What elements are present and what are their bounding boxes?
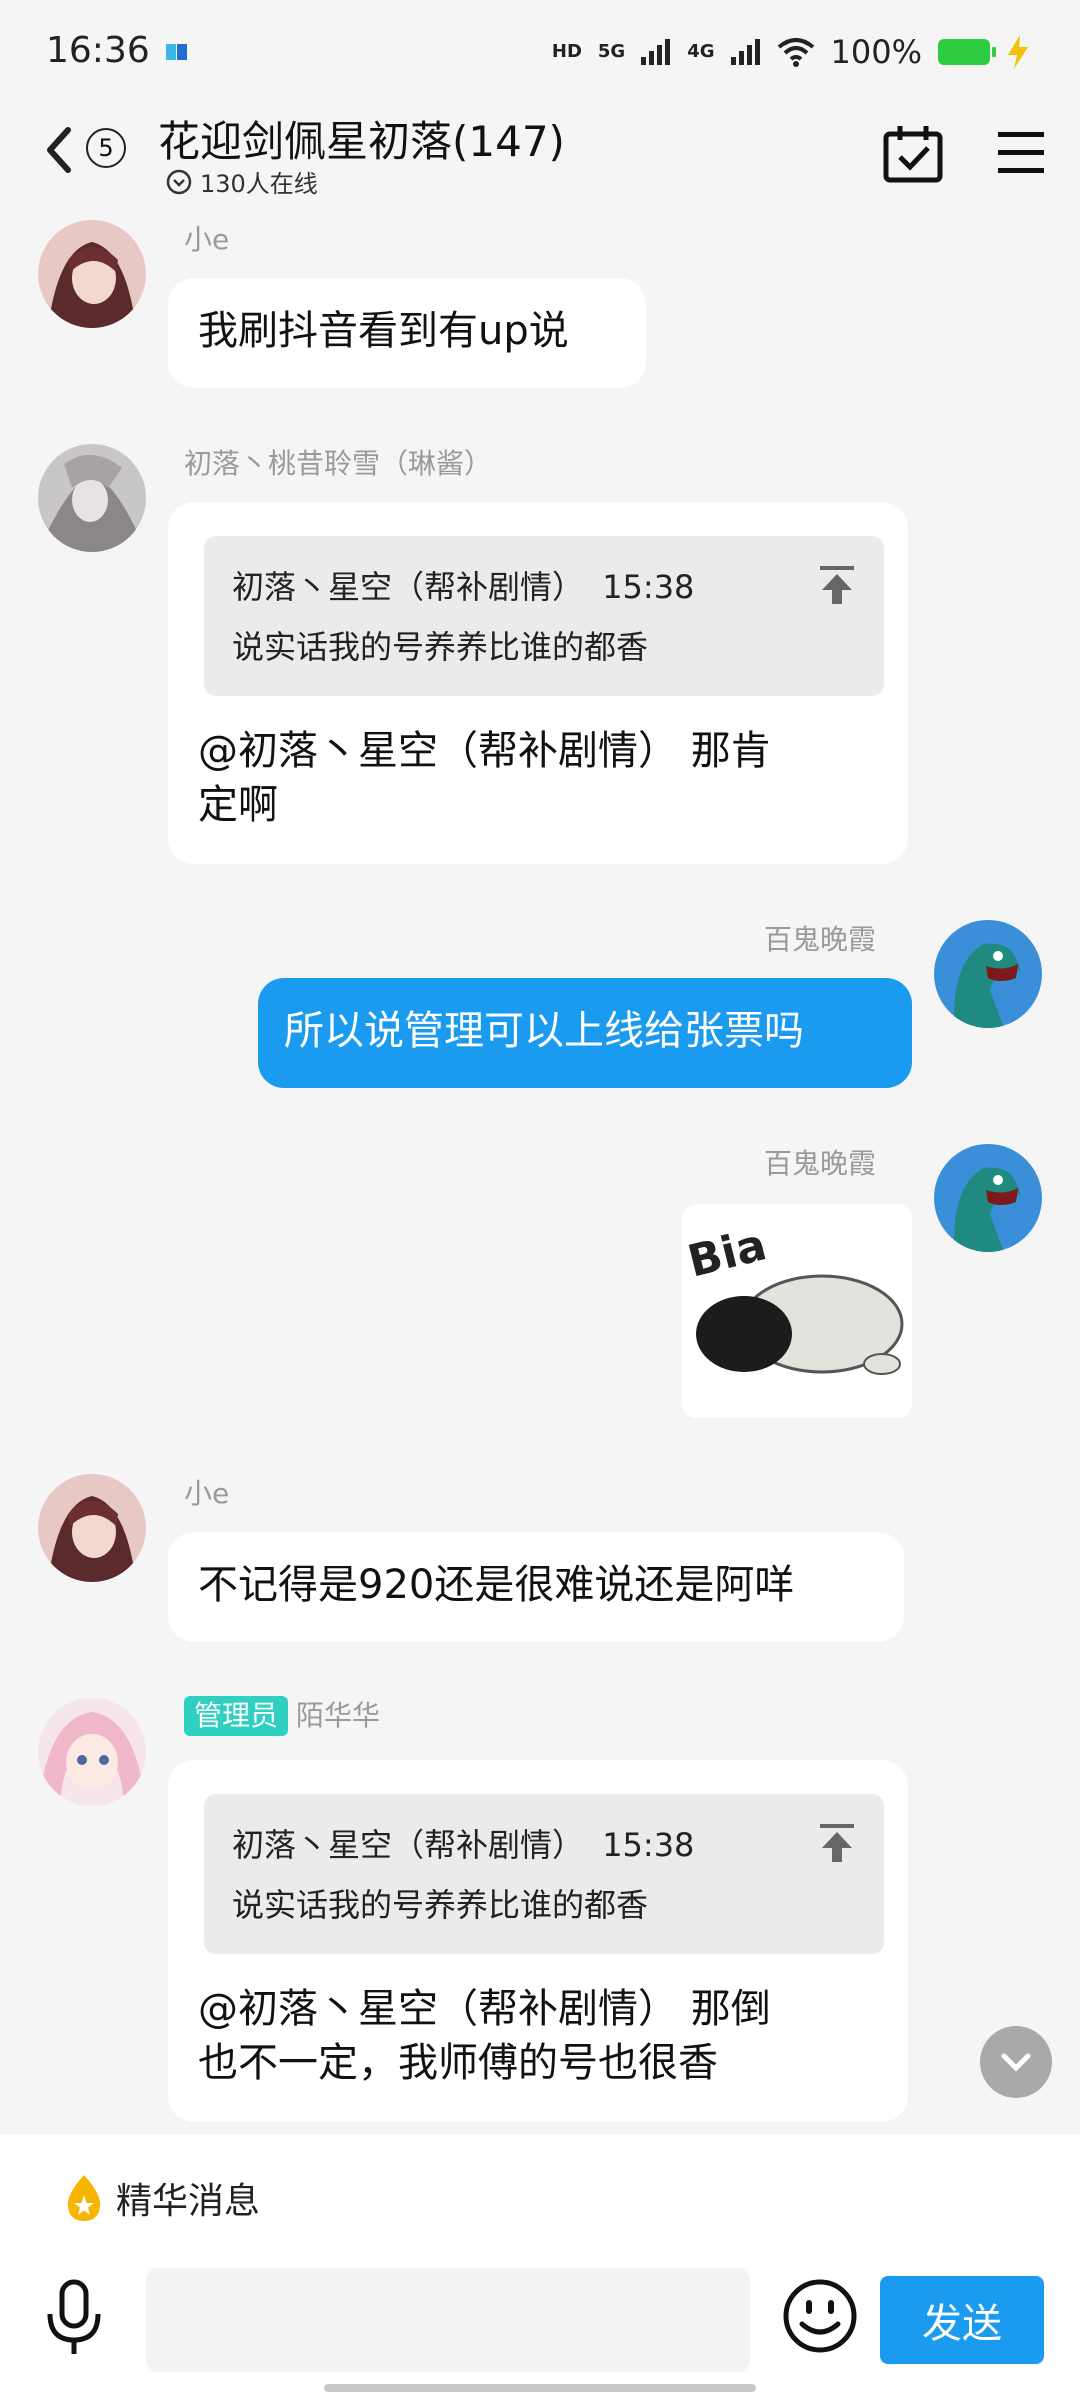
wifi-icon — [777, 38, 814, 67]
online-status[interactable]: 130人在线 — [166, 164, 318, 199]
avatar[interactable] — [934, 920, 1042, 1028]
quoted-message[interactable]: 初落丶星空（帮补剧情） 15:38 说实话我的号养养比谁的都香 — [204, 536, 884, 696]
quote-header: 初落丶星空（帮补剧情） 15:38 — [232, 1820, 694, 1866]
avatar[interactable] — [38, 444, 146, 552]
avatar-image — [38, 220, 146, 328]
unread-count-badge[interactable]: 5 — [86, 128, 126, 168]
bottom-bar: 精华消息 发送 — [0, 2134, 1080, 2400]
microphone-icon[interactable] — [44, 2278, 104, 2358]
scroll-to-bottom-button[interactable] — [980, 2026, 1052, 2098]
message-text-line: @初落丶星空（帮补剧情） 那倒 — [198, 1986, 771, 2032]
avatar-image — [934, 920, 1042, 1028]
sender-line: 管理员 陌华华 — [184, 1694, 380, 1736]
avatar-image — [38, 1474, 146, 1582]
net-4g-label: 4G — [687, 41, 715, 62]
avatar-image — [934, 1144, 1042, 1252]
admin-role-badge: 管理员 — [184, 1696, 289, 1736]
quote-time: 15:38 — [602, 568, 695, 606]
avatar[interactable] — [38, 1698, 146, 1806]
quote-text: 说实话我的号养养比谁的都香 — [232, 1886, 649, 1924]
quote-time: 15:38 — [602, 1826, 695, 1864]
avatar-image — [38, 444, 146, 552]
message-bubble[interactable]: 初落丶星空（帮补剧情） 15:38 说实话我的号养养比谁的都香 @初落丶星空（帮… — [168, 1760, 908, 2122]
sender-name: 小e — [184, 223, 230, 256]
send-button[interactable]: 发送 — [880, 2276, 1044, 2364]
sender-name: 百鬼晚霞 — [764, 1147, 877, 1180]
chevron-down-icon — [1001, 2053, 1031, 2072]
message-bubble[interactable]: 不记得是920还是很难说还是阿咩 — [168, 1532, 904, 1642]
charging-icon — [1008, 35, 1028, 69]
avatar[interactable] — [38, 220, 146, 328]
menu-icon[interactable] — [996, 130, 1046, 176]
jump-to-top-icon[interactable] — [818, 564, 856, 606]
group-title[interactable]: 花迎剑佩星初落(147) — [158, 108, 565, 169]
quote-text: 说实话我的号养养比谁的都香 — [232, 628, 649, 666]
message-bubble[interactable]: 我刷抖音看到有up说 — [168, 278, 646, 388]
battery-percent: 100% — [830, 33, 922, 71]
quote-header: 初落丶星空（帮补剧情） 15:38 — [232, 562, 694, 608]
digest-label: 精华消息 — [116, 2181, 261, 2222]
hd-label: HD — [551, 41, 582, 62]
message-bubble[interactable]: 初落丶星空（帮补剧情） 15:38 说实话我的号养养比谁的都香 @初落丶星空（帮… — [168, 502, 908, 864]
message-text: 所以说管理可以上线给张票吗 — [284, 1008, 804, 1054]
status-bar: 16:36 HD 5G 4G 100% — [0, 0, 1080, 100]
sticker-image — [696, 1274, 904, 1375]
sender-name: 初落丶桃昔聆雪（琳酱） — [184, 447, 493, 480]
message-bubble[interactable]: 所以说管理可以上线给张票吗 — [258, 978, 912, 1088]
message-text: 不记得是920还是很难说还是阿咩 — [198, 1562, 795, 1608]
avatar-image — [38, 1698, 146, 1806]
battery-icon — [938, 39, 996, 65]
app-notification-icon — [166, 44, 187, 60]
jump-to-top-icon[interactable] — [818, 1822, 856, 1864]
message-text: 我刷抖音看到有up说 — [198, 308, 569, 354]
quoted-message[interactable]: 初落丶星空（帮补剧情） 15:38 说实话我的号养养比谁的都香 — [204, 1794, 884, 1954]
status-indicators: HD 5G 4G 100% — [552, 30, 1030, 74]
sender-name: 陌华华 — [296, 1699, 381, 1732]
emoji-icon[interactable] — [782, 2278, 858, 2354]
digest-messages-button[interactable]: 精华消息 — [64, 2172, 260, 2224]
avatar[interactable] — [934, 1144, 1042, 1252]
avatar[interactable] — [38, 1474, 146, 1582]
back-arrow-icon[interactable] — [38, 120, 78, 180]
signal-icon-2 — [730, 39, 760, 65]
quote-author: 初落丶星空（帮补剧情） — [232, 568, 585, 606]
calendar-check-icon[interactable] — [882, 124, 944, 184]
message-text-line: 也不一定，我师傅的号也很香 — [198, 2040, 718, 2086]
online-count: 130人在线 — [200, 170, 318, 198]
message-text-line: 定啊 — [198, 782, 278, 828]
home-indicator[interactable] — [324, 2384, 756, 2392]
quote-author: 初落丶星空（帮补剧情） — [232, 1826, 585, 1864]
sender-name: 小e — [184, 1477, 230, 1510]
message-text-line: @初落丶星空（帮补剧情） 那肯 — [198, 728, 771, 774]
message-input[interactable] — [146, 2268, 750, 2372]
signal-icon — [641, 39, 671, 65]
net-5g-label: 5G — [597, 41, 626, 62]
status-time: 16:36 — [46, 30, 150, 71]
chevron-down-circle-icon — [166, 169, 192, 194]
chat-header: 5 花迎剑佩星初落(147) 130人在线 — [0, 100, 1080, 210]
flame-icon — [67, 2175, 101, 2221]
sender-name: 百鬼晚霞 — [764, 923, 877, 956]
sticker-message[interactable]: Bia — [682, 1204, 912, 1418]
